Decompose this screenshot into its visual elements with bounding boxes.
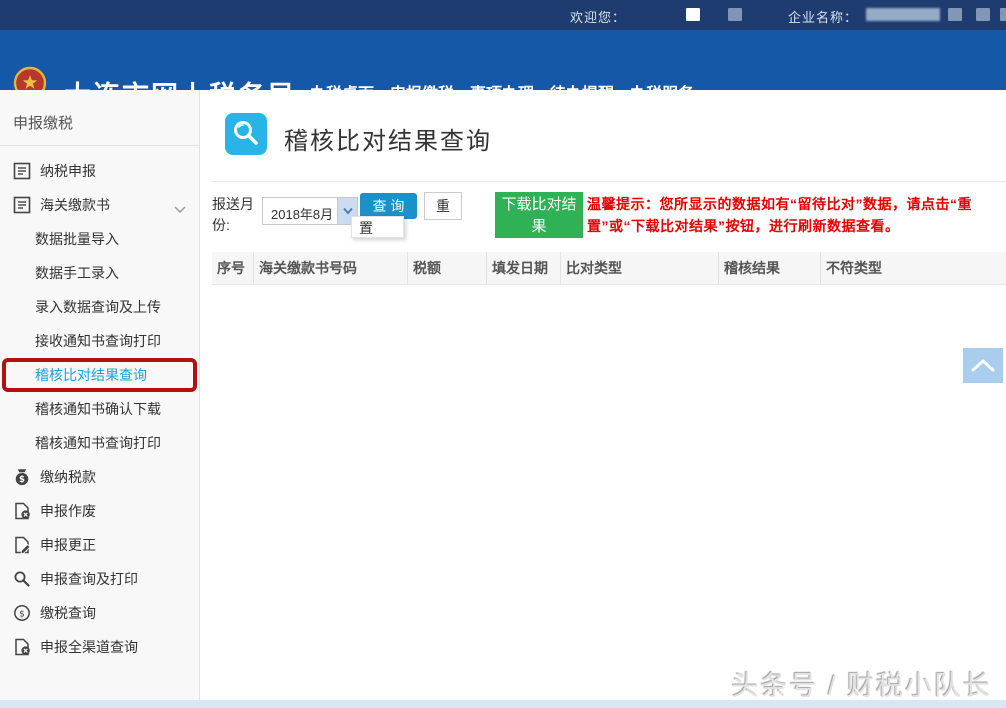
- top-status-bar: 欢迎您： 企业名称：: [0, 0, 1006, 30]
- sidebar-item-label: 海关缴款书: [40, 195, 110, 215]
- sidebar-item-customs-payment-book[interactable]: 海关缴款书: [0, 188, 199, 222]
- sidebar-item-label: 申报查询及打印: [40, 569, 138, 589]
- document-list-icon: [13, 162, 31, 180]
- sidebar-item-label: 申报作废: [40, 501, 96, 521]
- sidebar-item-declaration-query-print[interactable]: 申报查询及打印: [0, 562, 199, 596]
- redacted-company-block: [866, 8, 940, 21]
- redacted-company-block: [1000, 8, 1006, 21]
- sidebar-item-tax-payment-query[interactable]: $ 缴税查询: [0, 596, 199, 630]
- redacted-user-block: [728, 8, 742, 21]
- redacted-company-block: [948, 8, 962, 21]
- sidebar-item-declaration-void[interactable]: 申报作废: [0, 494, 199, 528]
- sidebar-item-label: 接收通知书查询打印: [35, 331, 161, 351]
- document-edit-icon: [13, 536, 31, 554]
- sidebar-item-label: 稽核通知书确认下载: [35, 399, 161, 419]
- app-header: 大连市网上税务局 办税桌面 申报缴税 事项办理 待办提醒 办税服务: [0, 30, 1006, 90]
- reset-button-wrapped-text[interactable]: 置: [351, 216, 404, 238]
- watermark-text: 头条号 / 财税小队长: [731, 664, 992, 703]
- sidebar-item-label: 申报更正: [40, 535, 96, 555]
- sidebar-item-label: 缴税查询: [40, 603, 96, 623]
- sidebar-item-label: 纳税申报: [40, 161, 96, 181]
- chevron-down-icon: [174, 201, 186, 217]
- company-name-label: 企业名称：: [788, 7, 858, 26]
- sidebar-menu: 纳税申报 海关缴款书 数据批量导入 数据手工录入 录入数据查询及上传 接收通知书…: [0, 146, 199, 664]
- sidebar-item-audit-notice-query-print[interactable]: 稽核通知书查询打印: [0, 426, 199, 460]
- title-divider: [212, 181, 1006, 182]
- sidebar-item-label: 缴纳税款: [40, 467, 96, 487]
- redacted-user-block: [686, 8, 700, 21]
- sidebar-item-audit-compare-result-query[interactable]: 稽核比对结果查询: [2, 358, 197, 392]
- sidebar-item-data-manual-entry[interactable]: 数据手工录入: [0, 256, 199, 290]
- result-table-header: 序号 海关缴款书号码 税额 填发日期 比对类型 稽核结果 不符类型: [212, 252, 1006, 285]
- sidebar-item-receive-notice-query-print[interactable]: 接收通知书查询打印: [0, 324, 199, 358]
- document-cancel-icon: [13, 638, 31, 656]
- sidebar-item-audit-notice-confirm-download[interactable]: 稽核通知书确认下载: [0, 392, 199, 426]
- column-header-tax-amount: 税额: [407, 252, 486, 284]
- svg-text:$: $: [19, 475, 25, 485]
- notice-line-2: 置”或“下载比对结果”按钮，进行刷新数据查看。: [587, 215, 999, 237]
- month-select[interactable]: 2018年8月: [262, 197, 358, 225]
- page-title: 稽核比对结果查询: [284, 121, 492, 156]
- svg-text:$: $: [19, 609, 25, 619]
- reset-button[interactable]: 重: [424, 192, 462, 220]
- welcome-label: 欢迎您：: [570, 7, 626, 26]
- sidebar-item-label: 数据批量导入: [35, 229, 119, 249]
- sidebar-item-data-batch-import[interactable]: 数据批量导入: [0, 222, 199, 256]
- money-bag-icon: $: [13, 468, 31, 486]
- sidebar-item-entered-data-query-upload[interactable]: 录入数据查询及上传: [0, 290, 199, 324]
- notice-line-1: 温馨提示：您所显示的数据如有“留待比对”数据，请点击“重: [587, 193, 999, 215]
- column-header-compare-type: 比对类型: [560, 252, 718, 284]
- sidebar-item-label: 稽核通知书查询打印: [35, 433, 161, 453]
- scroll-to-top-button[interactable]: [963, 348, 1003, 383]
- sidebar-item-label: 申报全渠道查询: [40, 637, 138, 657]
- column-header-customs-number: 海关缴款书号码: [253, 252, 407, 284]
- sidebar-item-label: 录入数据查询及上传: [35, 297, 161, 317]
- sidebar-item-tax-declaration[interactable]: 纳税申报: [0, 154, 199, 188]
- redacted-company-block: [976, 8, 990, 21]
- month-select-value: 2018年8月: [271, 204, 333, 223]
- main-content: 稽核比对结果查询 报送月份: 2018年8月 查 询 置 重 下载比对结果 温馨…: [200, 90, 1006, 700]
- sidebar: 申报缴税 纳税申报 海关缴款书 数据批量导入 数据手工录入 录入数据查询及上传: [0, 90, 200, 700]
- column-header-issue-date: 填发日期: [486, 252, 560, 284]
- bottom-scrollbar-track[interactable]: [0, 700, 1006, 708]
- magnifier-icon: [13, 570, 31, 588]
- document-cancel-icon: [13, 502, 31, 520]
- column-header-mismatch-type: 不符类型: [820, 252, 1006, 284]
- sidebar-item-label: 数据手工录入: [35, 263, 119, 283]
- download-compare-result-button[interactable]: 下载比对结果: [495, 192, 583, 238]
- column-header-seq: 序号: [212, 252, 253, 284]
- document-list-icon: [13, 196, 31, 214]
- sidebar-item-label: 稽核比对结果查询: [35, 365, 147, 385]
- page-title-magnifier-icon: [225, 113, 267, 155]
- column-header-audit-result: 稽核结果: [718, 252, 820, 284]
- warm-notice-text: 温馨提示：您所显示的数据如有“留待比对”数据，请点击“重 置”或“下载比对结果”…: [587, 193, 999, 237]
- sidebar-item-declaration-allchannel-query[interactable]: 申报全渠道查询: [0, 630, 199, 664]
- sidebar-item-pay-taxes[interactable]: $ 缴纳税款: [0, 460, 199, 494]
- chevron-up-icon: [971, 359, 995, 372]
- sidebar-section-title: 申报缴税: [0, 90, 199, 145]
- dollar-circle-icon: $: [13, 604, 31, 622]
- report-month-label: 报送月份:: [212, 194, 264, 236]
- sidebar-item-declaration-correction[interactable]: 申报更正: [0, 528, 199, 562]
